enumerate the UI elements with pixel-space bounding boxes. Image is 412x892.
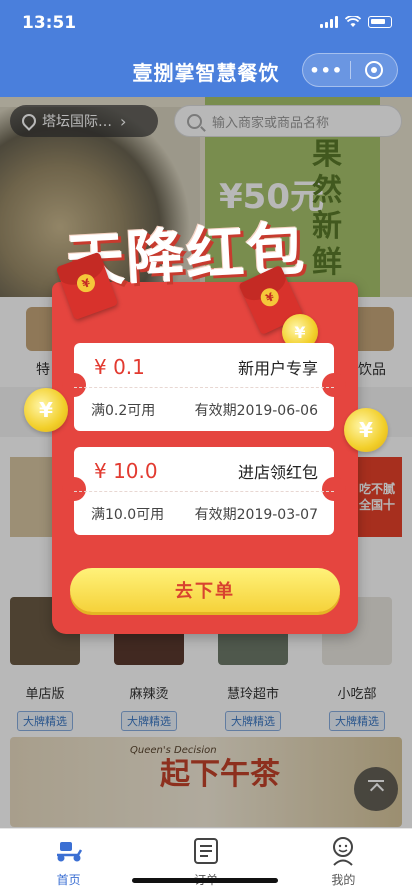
coupon-notch xyxy=(322,373,346,397)
tab-home[interactable]: 首页 xyxy=(0,829,137,892)
coupon-condition: 满10.0可用 xyxy=(91,507,165,523)
coupon-type: 新用户专享 xyxy=(237,359,318,378)
coupon-notch xyxy=(62,477,86,501)
tab-label: 首页 xyxy=(56,873,81,887)
coupon-divider xyxy=(74,387,334,388)
home-indicator xyxy=(132,878,278,883)
coupon-type: 进店领红包 xyxy=(237,463,318,482)
coin-icon: ¥ xyxy=(344,408,388,452)
coupon-card[interactable]: ¥ 10.0 进店领红包 满10.0可用 有效期2019-03-07 xyxy=(62,447,346,535)
coupon-notch xyxy=(62,373,86,397)
target-icon xyxy=(364,61,383,79)
tab-profile[interactable]: 我的 xyxy=(275,829,412,892)
coupon-card[interactable]: ¥ 0.1 新用户专享 满0.2可用 有效期2019-06-06 xyxy=(62,343,346,431)
close-miniapp-button[interactable] xyxy=(350,61,397,79)
list-icon xyxy=(191,837,221,865)
miniapp-capsule: ••• xyxy=(302,53,398,87)
person-icon xyxy=(328,837,358,866)
status-time: 13:51 xyxy=(22,13,77,33)
status-icons xyxy=(320,16,392,28)
coupon-amount: ¥ 10.0 xyxy=(94,459,158,483)
coupon-validity: 有效期2019-06-06 xyxy=(194,403,318,419)
wifi-icon xyxy=(345,16,361,27)
scooter-icon xyxy=(54,837,84,865)
coupon-validity: 有效期2019-03-07 xyxy=(194,507,318,523)
more-button[interactable]: ••• xyxy=(303,61,350,80)
signal-icon xyxy=(320,16,338,28)
coupon-amount: ¥ 0.1 xyxy=(94,355,145,379)
header-bar: 13:51 壹捌掌智慧餐饮 ••• xyxy=(0,0,412,97)
coupon-divider xyxy=(74,491,334,492)
coin-icon: ¥ xyxy=(24,388,68,432)
coupon-condition: 满0.2可用 xyxy=(91,403,156,419)
place-order-button[interactable]: 去下单 xyxy=(70,568,340,612)
tab-label: 我的 xyxy=(331,873,356,887)
coupon-notch xyxy=(322,477,346,501)
battery-icon xyxy=(368,16,392,28)
